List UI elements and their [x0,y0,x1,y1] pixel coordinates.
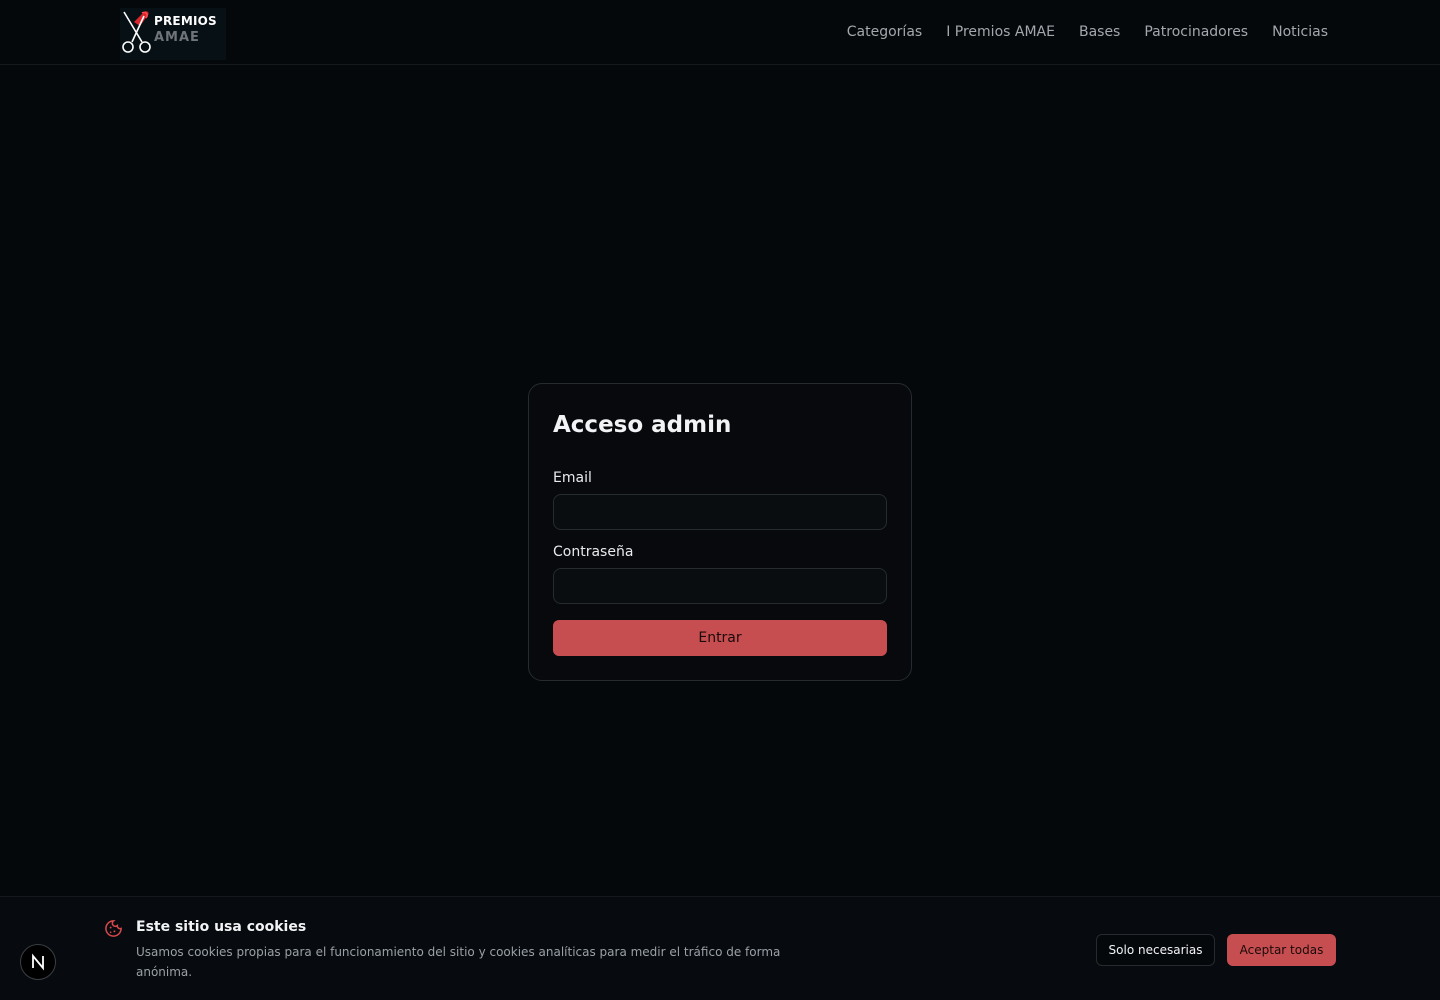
nav-item-noticias[interactable]: Noticias [1272,24,1328,40]
next-logo-icon [32,953,44,971]
nav-item-patrocinadores[interactable]: Patrocinadores [1144,24,1248,40]
nav-item-bases[interactable]: Bases [1079,24,1120,40]
cookie-banner: Este sitio usa cookies Usamos cookies pr… [0,896,1440,1000]
password-input[interactable] [553,568,887,604]
email-label: Email [553,470,592,486]
cookie-icon [105,920,122,937]
login-title: Acceso admin [553,412,732,438]
scissors-icon [122,11,151,53]
login-submit-button[interactable]: Entrar [553,620,887,656]
cookies-necessary-button[interactable]: Solo necesarias [1096,934,1215,966]
nav-item-categorias[interactable]: Categorías [847,24,922,40]
cookies-accept-button[interactable]: Aceptar todas [1227,934,1336,966]
cookie-title: Este sitio usa cookies [136,919,307,935]
password-label: Contraseña [553,544,634,560]
main-nav: Categorías I Premios AMAE Bases Patrocin… [847,0,1328,64]
site-logo[interactable]: PREMIOS AMAE [120,8,226,60]
nav-item-premios-amae[interactable]: I Premios AMAE [946,24,1055,40]
admin-login-card: Acceso admin Email Contraseña Entrar [528,383,912,681]
email-input[interactable] [553,494,887,530]
next-logo-badge[interactable] [20,944,56,980]
logo-text-amae: AMAE [154,30,200,45]
logo-text-premios: PREMIOS [154,14,217,28]
cookie-description: Usamos cookies propias para el funcionam… [136,945,781,979]
site-header: PREMIOS AMAE Categorías I Premios AMAE B… [0,0,1440,65]
